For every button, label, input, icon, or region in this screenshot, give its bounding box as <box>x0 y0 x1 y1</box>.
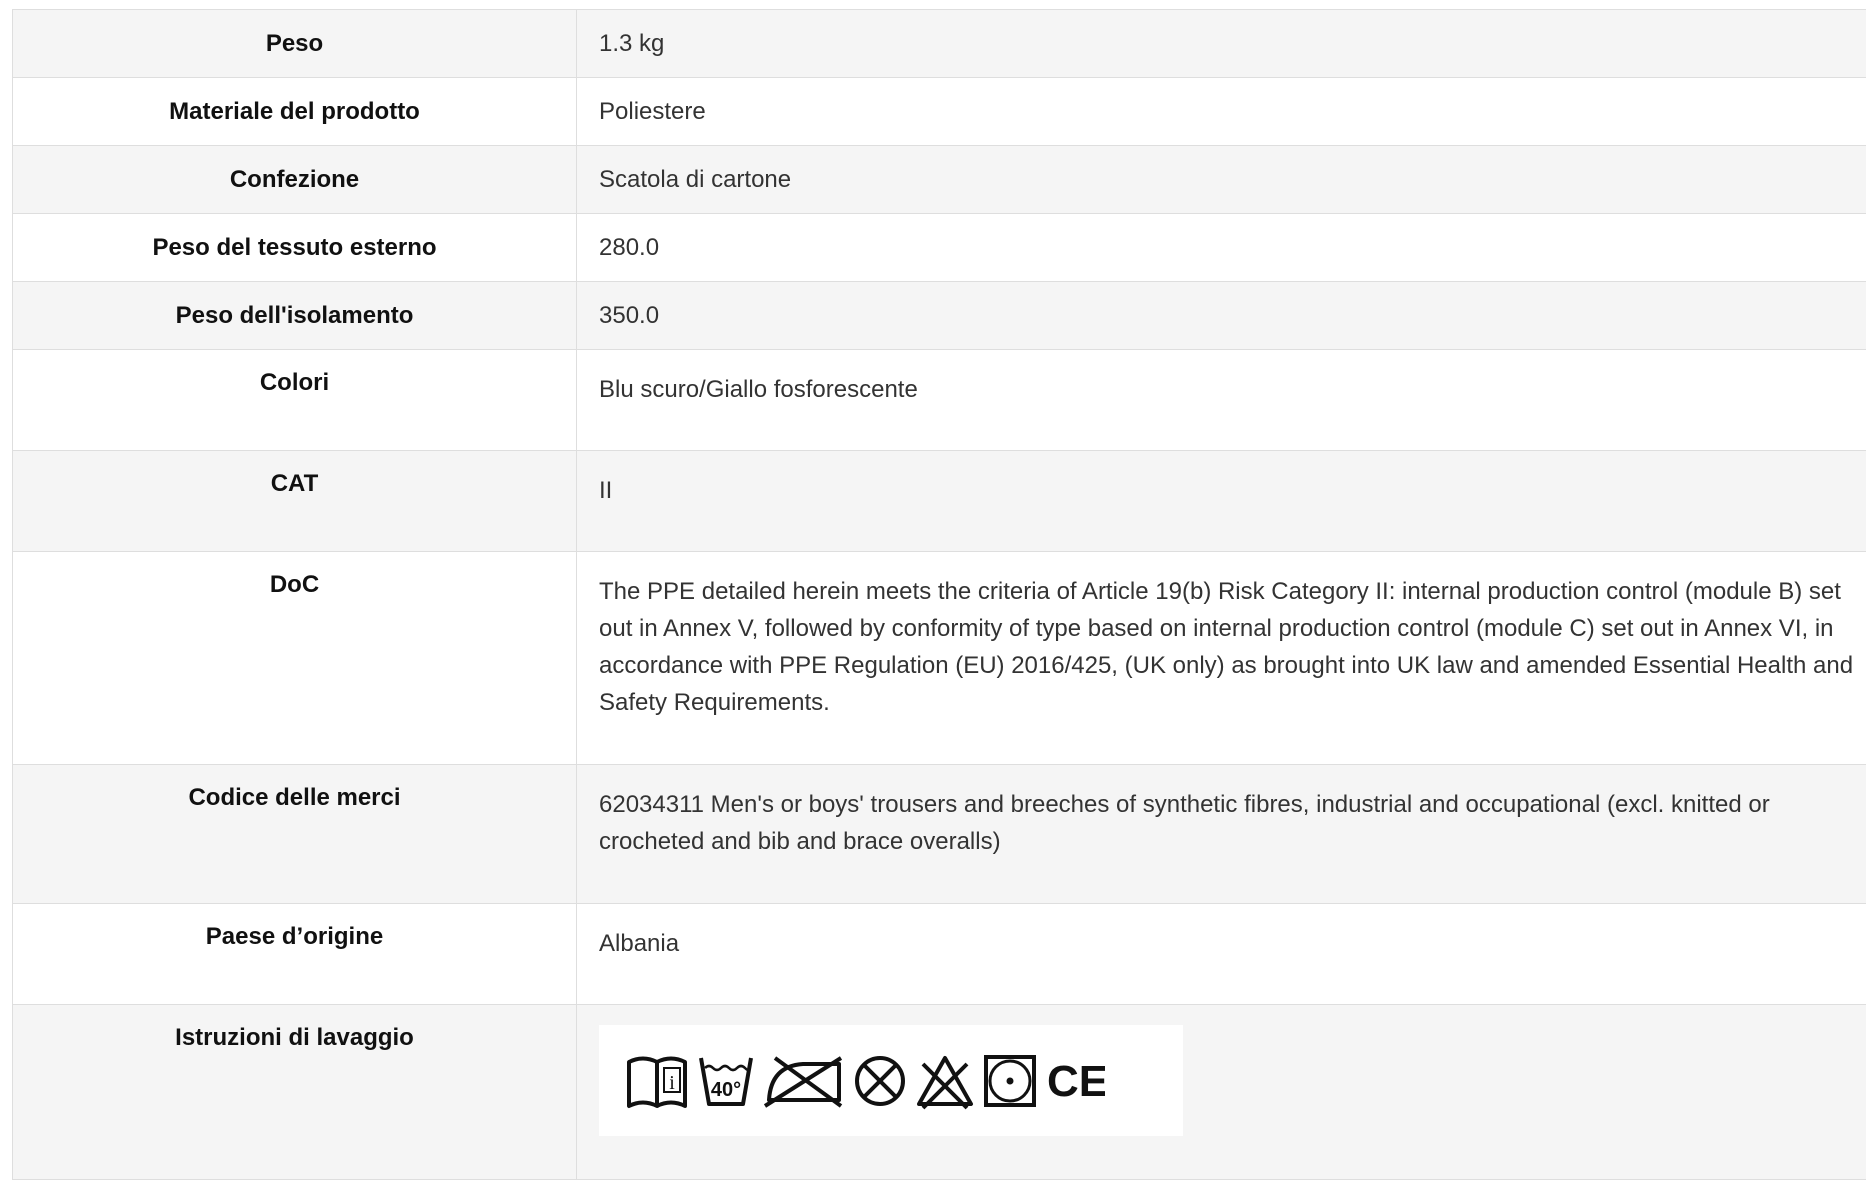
spec-label: Peso dell'isolamento <box>13 282 577 350</box>
spec-row-outer-fabric-weight: Peso del tessuto esterno 280.0 <box>13 214 1866 282</box>
svg-text:i: i <box>669 1072 675 1094</box>
read-instructions-icon: i <box>625 1052 691 1110</box>
spec-value: Albania <box>577 904 1866 1005</box>
spec-label: Confezione <box>13 146 577 214</box>
spec-row-commodity-code: Codice delle merci 62034311 Men's or boy… <box>13 765 1866 904</box>
spec-row-cat: CAT II <box>13 451 1866 552</box>
spec-value: 350.0 <box>577 282 1866 350</box>
spec-row-insulation-weight: Peso dell'isolamento 350.0 <box>13 282 1866 350</box>
spec-label: Peso del tessuto esterno <box>13 214 577 282</box>
doc-text: The PPE detailed herein meets the criter… <box>599 573 1866 721</box>
spec-value: Scatola di cartone <box>577 146 1866 214</box>
dry-clean-icon <box>981 1052 1039 1110</box>
spec-value: Poliestere <box>577 78 1866 146</box>
spec-label: Paese d’origine <box>13 904 577 1005</box>
spec-label: Materiale del prodotto <box>13 78 577 146</box>
spec-label: CAT <box>13 451 577 552</box>
spec-label: DoC <box>13 552 577 765</box>
spec-value: II <box>577 451 1866 552</box>
commodity-code-text: 62034311 Men's or boys' trousers and bre… <box>599 786 1866 860</box>
spec-value: 1.3 kg <box>577 10 1866 78</box>
spec-label: Codice delle merci <box>13 765 577 904</box>
spec-label: Colori <box>13 350 577 451</box>
care-symbols-image: i 40° <box>599 1025 1183 1136</box>
svg-text:CE: CE <box>1047 1057 1105 1106</box>
spec-label: Peso <box>13 10 577 78</box>
ce-mark-icon: CE <box>1045 1052 1105 1110</box>
spec-row-doc: DoC The PPE detailed herein meets the cr… <box>13 552 1866 765</box>
spec-row-country-of-origin: Paese d’origine Albania <box>13 904 1866 1005</box>
do-not-bleach-icon <box>915 1052 975 1110</box>
spec-row-weight: Peso 1.3 kg <box>13 10 1866 78</box>
wash-40-icon: 40° <box>697 1052 755 1110</box>
do-not-tumble-dry-icon <box>851 1052 909 1110</box>
spec-row-packaging: Confezione Scatola di cartone <box>13 146 1866 214</box>
spec-row-colors: Colori Blu scuro/Giallo fosforescente <box>13 350 1866 451</box>
svg-text:40°: 40° <box>711 1079 741 1101</box>
spec-value: Blu scuro/Giallo fosforescente <box>577 350 1866 451</box>
do-not-iron-icon <box>761 1052 845 1110</box>
spec-value: 62034311 Men's or boys' trousers and bre… <box>577 765 1866 904</box>
spec-row-material: Materiale del prodotto Poliestere <box>13 78 1866 146</box>
spec-value: i 40° <box>577 1005 1866 1180</box>
spec-label: Istruzioni di lavaggio <box>13 1005 577 1180</box>
spec-row-wash-instructions: Istruzioni di lavaggio i <box>13 1005 1866 1180</box>
spec-value: 280.0 <box>577 214 1866 282</box>
product-spec-table: Peso 1.3 kg Materiale del prodotto Polie… <box>12 9 1866 1180</box>
spec-value: The PPE detailed herein meets the criter… <box>577 552 1866 765</box>
